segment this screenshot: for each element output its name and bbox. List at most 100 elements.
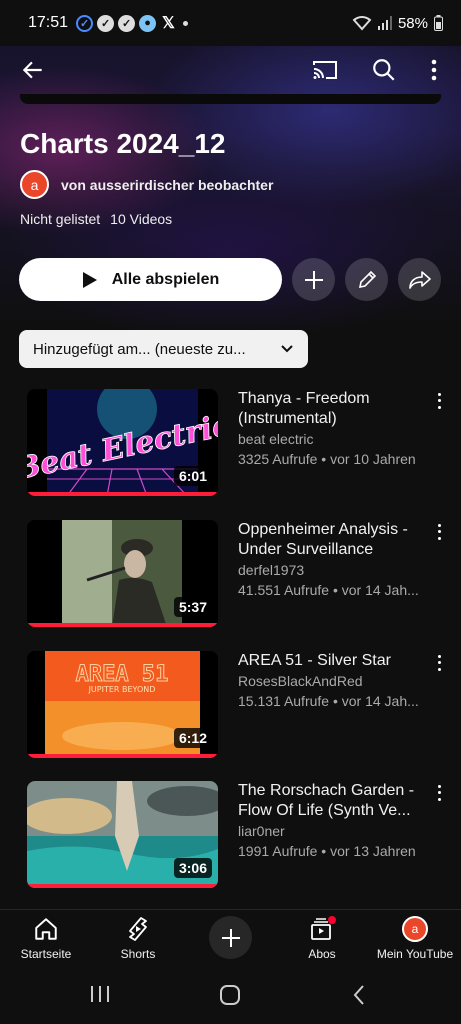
edit-playlist-button[interactable] bbox=[345, 258, 388, 301]
bottom-navigation: Startseite Shorts Abos a Mein YouTube bbox=[0, 909, 461, 967]
home-button-icon[interactable] bbox=[219, 984, 241, 1006]
video-channel: liar0ner bbox=[238, 823, 285, 839]
video-duration: 6:12 bbox=[173, 728, 212, 748]
kebab-menu-icon bbox=[431, 59, 437, 81]
wifi-icon bbox=[352, 16, 372, 31]
video-stats: 41.551 Aufrufe • vor 14 Jah... bbox=[238, 582, 419, 598]
video-stats: 3325 Aufrufe • vor 10 Jahren bbox=[238, 451, 416, 467]
x-icon: 𝕏 bbox=[162, 15, 175, 32]
plus-icon bbox=[304, 270, 323, 289]
top-app-bar bbox=[0, 46, 461, 94]
nav-home-label: Startseite bbox=[20, 947, 72, 961]
video-menu-button[interactable] bbox=[432, 522, 446, 542]
search-icon bbox=[373, 59, 395, 81]
status-time: 17:51 bbox=[28, 14, 69, 31]
nav-subscriptions-label: Abos bbox=[308, 947, 336, 961]
nav-shorts[interactable]: Shorts bbox=[93, 916, 183, 961]
nav-shorts-label: Shorts bbox=[120, 947, 156, 961]
system-navigation-bar bbox=[0, 967, 461, 1024]
video-channel: beat electric bbox=[238, 431, 314, 447]
video-count: 10 Videos bbox=[110, 211, 173, 227]
video-menu-button[interactable] bbox=[432, 653, 446, 673]
pencil-icon bbox=[358, 270, 376, 288]
share-button[interactable] bbox=[398, 258, 441, 301]
video-channel: RosesBlackAndRed bbox=[238, 673, 363, 689]
video-stats: 15.131 Aufrufe • vor 14 Jah... bbox=[238, 693, 419, 709]
notification-icons: ✓ ✓ ✓ ● 𝕏 bbox=[76, 13, 188, 33]
video-item[interactable]: Beat Electric 6:01 Thanya - Freedom (Ins… bbox=[0, 389, 461, 499]
add-video-button[interactable] bbox=[292, 258, 335, 301]
search-button[interactable] bbox=[366, 52, 402, 88]
profile-avatar: a bbox=[402, 916, 428, 942]
create-button[interactable] bbox=[209, 916, 252, 959]
video-info[interactable]: AREA 51 - Silver Star RosesBlackAndRed 1… bbox=[238, 651, 428, 711]
kebab-dot bbox=[437, 668, 441, 672]
kebab-dot bbox=[437, 798, 441, 802]
play-icon bbox=[82, 271, 97, 288]
share-icon bbox=[408, 270, 431, 289]
kebab-dot bbox=[437, 392, 441, 396]
video-thumbnail[interactable]: Beat Electric 6:01 bbox=[27, 389, 218, 496]
watch-progress-bar bbox=[27, 492, 218, 496]
kebab-dot bbox=[437, 537, 441, 541]
kebab-dot bbox=[437, 399, 441, 403]
kebab-dot bbox=[437, 523, 441, 527]
video-menu-button[interactable] bbox=[432, 783, 446, 803]
check-icon: ✓ bbox=[97, 14, 115, 32]
play-all-button[interactable]: Alle abspielen bbox=[19, 258, 282, 301]
owner-name[interactable]: von ausserirdischer beobachter bbox=[61, 177, 273, 193]
kebab-dot bbox=[437, 661, 441, 665]
video-thumbnail[interactable]: 5:37 bbox=[27, 520, 218, 627]
plus-icon bbox=[221, 928, 240, 947]
video-channel: derfel1973 bbox=[238, 562, 305, 578]
playlist-owner[interactable]: a von ausserirdischer beobachter bbox=[20, 170, 273, 199]
location-icon: ● bbox=[139, 14, 157, 32]
back-button[interactable] bbox=[15, 52, 51, 88]
video-info[interactable]: The Rorschach Garden - Flow Of Life (Syn… bbox=[238, 781, 428, 861]
nav-subscriptions[interactable]: Abos bbox=[277, 916, 367, 961]
cast-button[interactable] bbox=[307, 52, 343, 88]
video-item[interactable]: 5:37 Oppenheimer Analysis - Under Survei… bbox=[0, 520, 461, 630]
owner-avatar[interactable]: a bbox=[20, 170, 49, 199]
kebab-dot bbox=[437, 791, 441, 795]
sort-dropdown[interactable]: Hinzugefügt am... (neueste zu... bbox=[19, 330, 308, 368]
video-title[interactable]: AREA 51 - Silver Star bbox=[238, 651, 428, 671]
nav-profile[interactable]: a Mein YouTube bbox=[370, 916, 460, 961]
video-thumbnail[interactable]: 3:06 bbox=[27, 781, 218, 888]
video-stats: 1991 Aufrufe • vor 13 Jahren bbox=[238, 843, 416, 859]
status-right: 58% bbox=[352, 15, 443, 32]
video-title[interactable]: Oppenheimer Analysis - Under Surveillanc… bbox=[238, 520, 428, 560]
back-nav-icon[interactable] bbox=[351, 984, 367, 1006]
watch-progress-bar bbox=[27, 623, 218, 627]
more-options-button[interactable] bbox=[416, 52, 452, 88]
kebab-dot bbox=[437, 530, 441, 534]
sort-label: Hinzugefügt am... (neueste zu... bbox=[33, 340, 246, 358]
video-title[interactable]: The Rorschach Garden - Flow Of Life (Syn… bbox=[238, 781, 428, 821]
kebab-dot bbox=[437, 654, 441, 658]
watch-progress-bar bbox=[27, 884, 218, 888]
play-all-label: Alle abspielen bbox=[111, 270, 220, 288]
video-info[interactable]: Oppenheimer Analysis - Under Surveillanc… bbox=[238, 520, 428, 600]
video-menu-button[interactable] bbox=[432, 391, 446, 411]
video-item[interactable]: 3:06 The Rorschach Garden - Flow Of Life… bbox=[0, 781, 461, 891]
recent-apps-icon[interactable] bbox=[89, 984, 111, 1004]
kebab-dot bbox=[437, 784, 441, 788]
cast-icon bbox=[313, 61, 337, 79]
video-info[interactable]: Thanya - Freedom (Instrumental) beat ele… bbox=[238, 389, 428, 469]
status-bar: 17:51 ✓ ✓ ✓ ● 𝕏 58% bbox=[0, 0, 461, 46]
playlist-meta: Nicht gelistet 10 Videos bbox=[20, 211, 172, 227]
shorts-icon bbox=[129, 917, 147, 941]
thumbnail-title-text: AREA 51 bbox=[76, 662, 169, 687]
check-icon: ✓ bbox=[118, 14, 136, 32]
notification-dot bbox=[328, 916, 336, 924]
video-duration: 5:37 bbox=[173, 597, 212, 617]
battery-icon bbox=[434, 15, 443, 31]
playlist-title: Charts 2024_12 bbox=[20, 128, 226, 159]
video-title[interactable]: Thanya - Freedom (Instrumental) bbox=[238, 389, 428, 429]
video-thumbnail[interactable]: AREA 51 JUPITER BEYOND 6:12 bbox=[27, 651, 218, 758]
chevron-down-icon bbox=[281, 345, 293, 353]
nav-profile-label: Mein YouTube bbox=[376, 947, 454, 961]
nav-home[interactable]: Startseite bbox=[1, 916, 91, 961]
video-item[interactable]: AREA 51 JUPITER BEYOND 6:12 AREA 51 - Si… bbox=[0, 651, 461, 761]
video-duration: 3:06 bbox=[173, 858, 212, 878]
